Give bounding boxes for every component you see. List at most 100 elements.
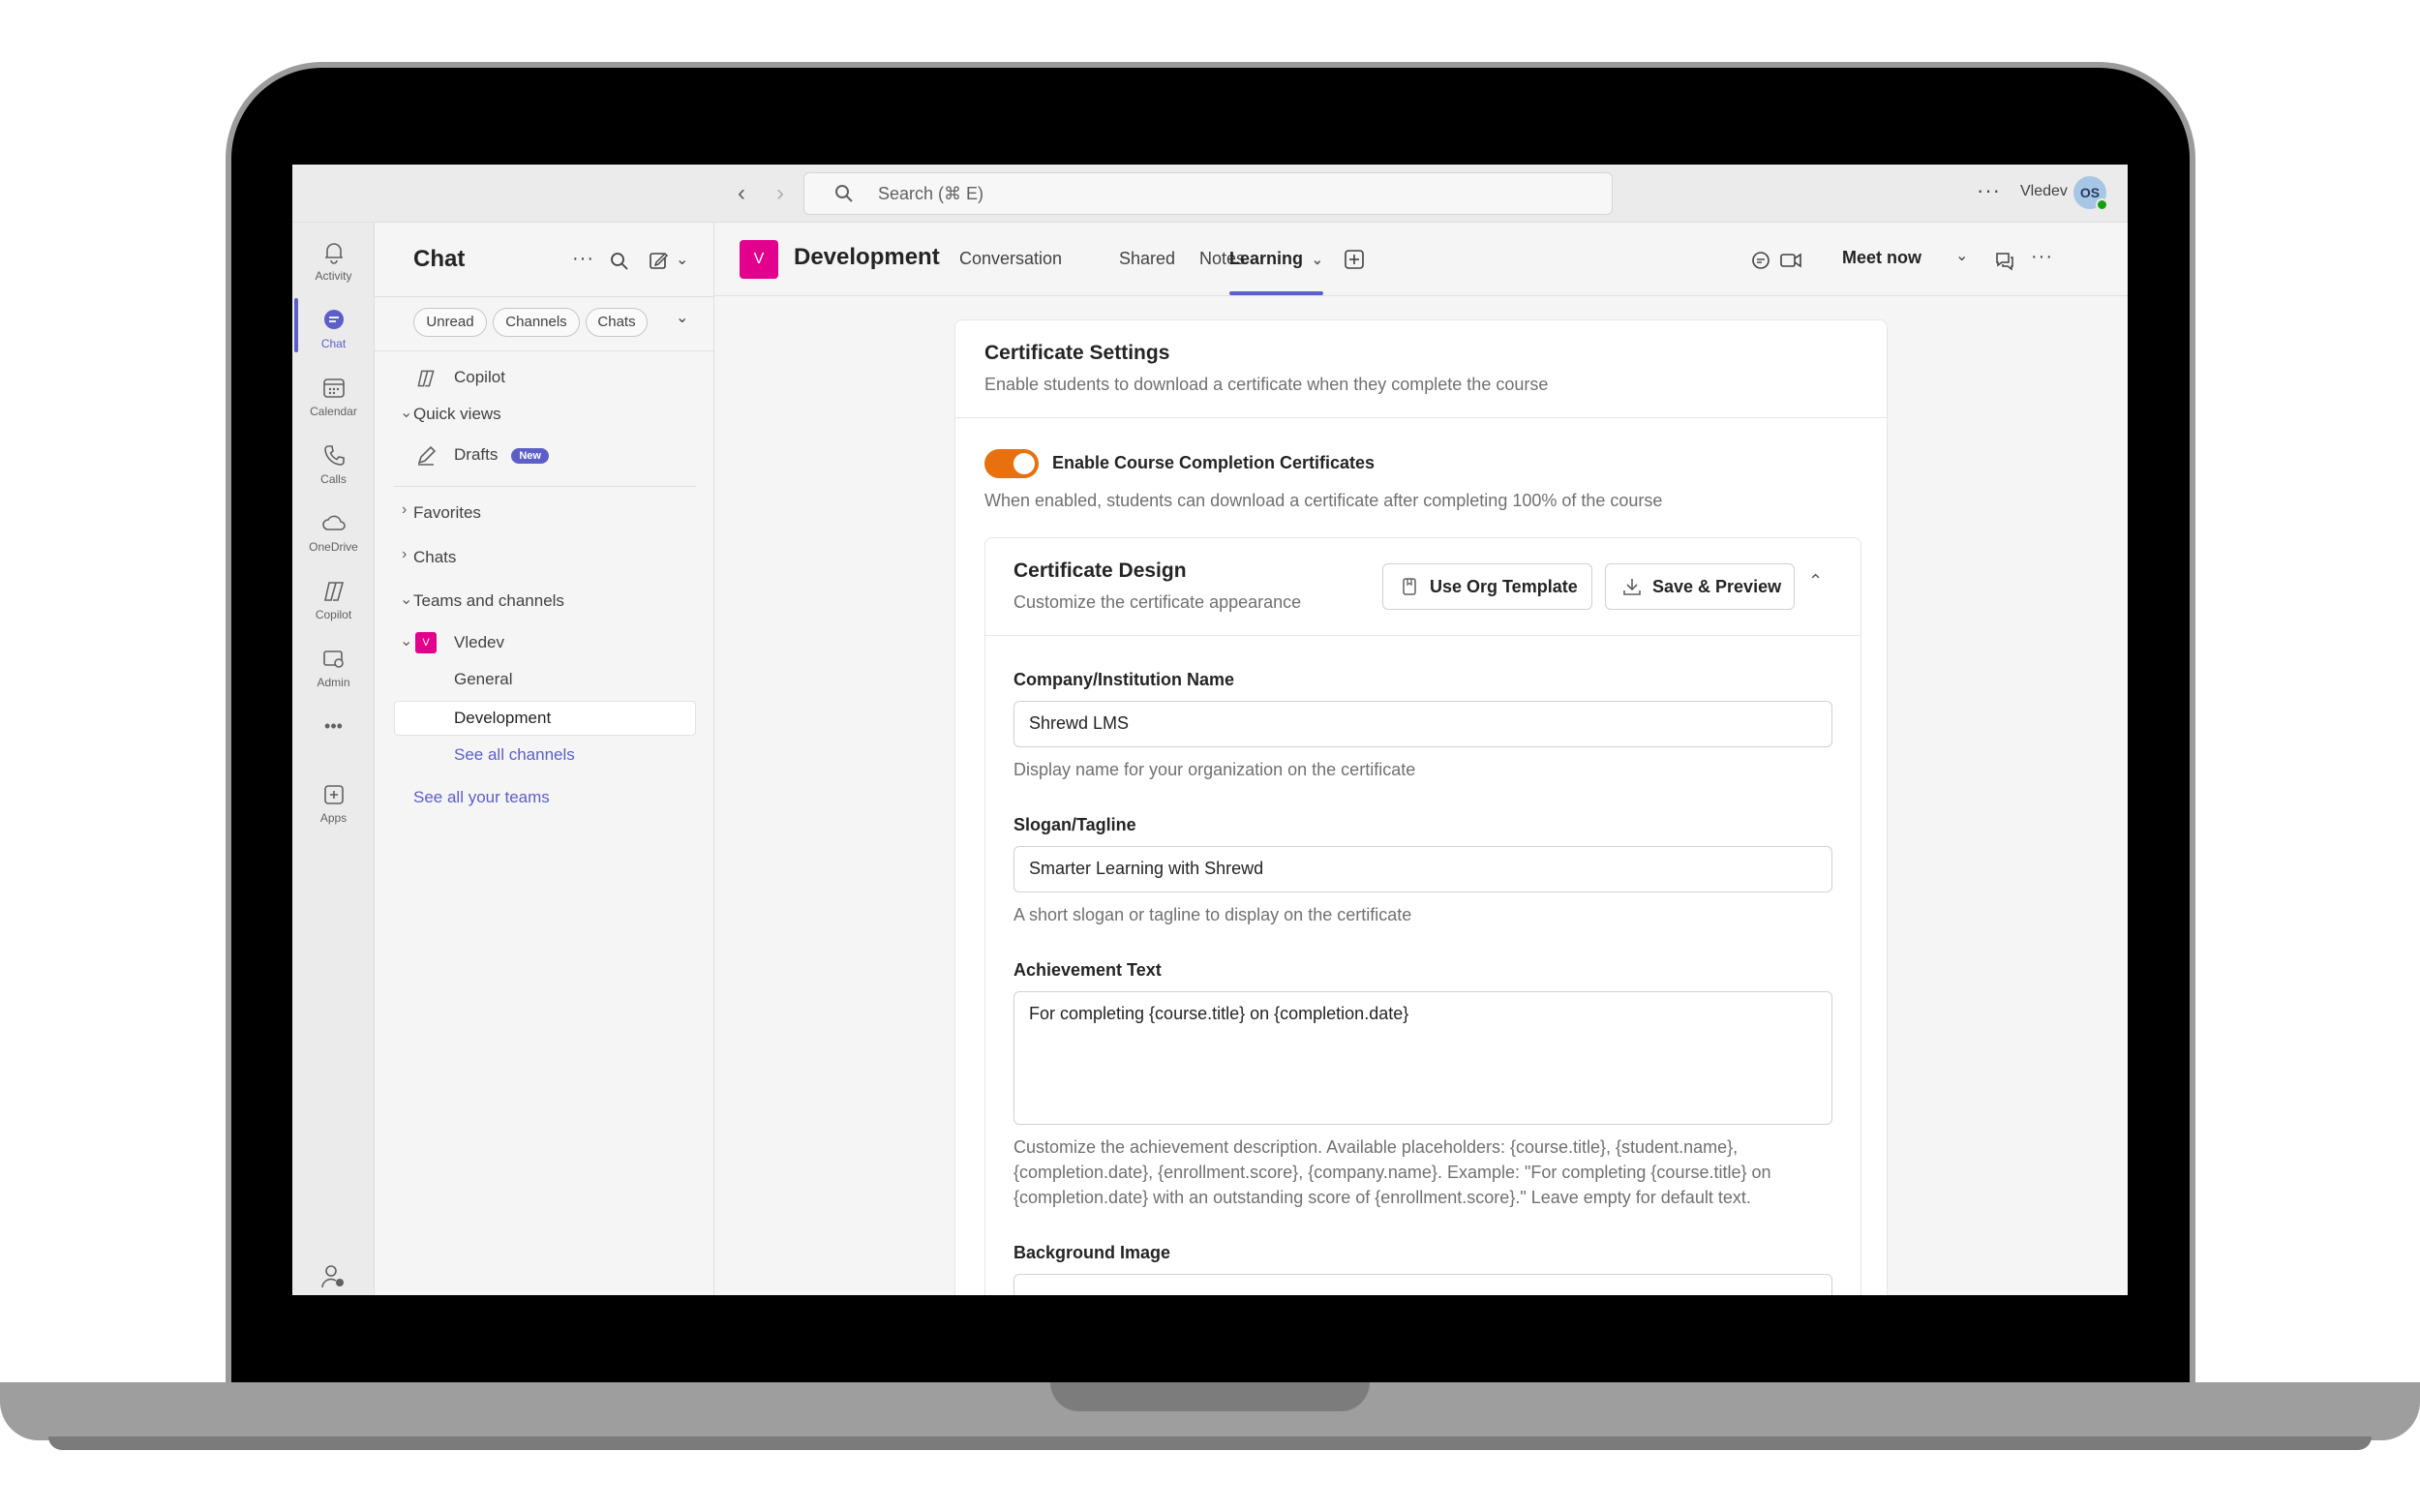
filter-expand-chevron-icon[interactable]: ⌄: [676, 308, 688, 327]
company-name-input[interactable]: Shrewd LMS: [1013, 701, 1832, 747]
drafts-label: Drafts New: [454, 445, 549, 465]
quick-views-label: Quick views: [413, 405, 501, 423]
screen: ‹ › Search (⌘ E) ··· Vledev OS Activity: [292, 165, 2128, 1295]
laptop-base-shadow: [48, 1436, 2372, 1450]
divider: [375, 296, 714, 297]
achievement-help: Customize the achievement description. A…: [1013, 1137, 1771, 1207]
drafts-item[interactable]: Drafts New: [375, 439, 714, 470]
rail-label: OneDrive: [309, 540, 358, 554]
slogan-input[interactable]: Smarter Learning with Shrewd: [1013, 846, 1832, 892]
use-org-template-button[interactable]: Use Org Template: [1382, 563, 1592, 610]
help-person-icon[interactable]: [319, 1262, 347, 1289]
divider: [375, 350, 714, 351]
search-icon[interactable]: [610, 252, 629, 271]
search-placeholder: Search (⌘ E): [878, 184, 984, 203]
channel-item-development[interactable]: Development: [394, 701, 696, 736]
more-options-icon[interactable]: ···: [572, 248, 594, 270]
rail-item-calls[interactable]: Calls: [292, 434, 375, 501]
avatar[interactable]: OS: [2073, 176, 2108, 211]
channel-title: Development: [794, 244, 940, 270]
chat-panel: Chat ··· ⌄ Unread Channels Chats ⌄ Copil…: [375, 223, 714, 1295]
chevron-up-icon[interactable]: ⌃: [1808, 571, 1823, 591]
rail-item-admin[interactable]: Admin: [292, 637, 375, 705]
divider: [985, 635, 1860, 636]
conversation-icon[interactable]: [1994, 250, 2015, 271]
chevron-down-icon: ⌄: [1312, 252, 1323, 267]
save-preview-button[interactable]: Save & Preview: [1605, 563, 1795, 610]
see-all-channels-label: See all channels: [454, 745, 575, 764]
rail-item-calendar[interactable]: Calendar: [292, 366, 375, 434]
copilot-item[interactable]: Copilot: [375, 362, 714, 393]
rail-item-apps[interactable]: Apps: [292, 772, 375, 840]
see-all-channels-link[interactable]: See all channels: [375, 740, 714, 771]
tab-conversation[interactable]: Conversation: [959, 249, 1062, 269]
team-name: Vledev: [454, 633, 504, 651]
active-indicator: [294, 298, 298, 352]
active-tab-indicator: [1229, 291, 1323, 295]
toggle-label: Enable Course Completion Certificates: [1052, 453, 1376, 472]
team-item-vledev[interactable]: ⌄ V Vledev: [375, 627, 714, 658]
divider: [955, 417, 1887, 418]
calendar-icon: [322, 378, 345, 398]
chats-header[interactable]: › Chats: [375, 542, 714, 573]
chevron-right-icon: ›: [402, 546, 408, 562]
tab-learning[interactable]: Learning ⌄: [1229, 249, 1323, 269]
org-name[interactable]: Vledev: [2020, 183, 2068, 200]
add-tab-icon[interactable]: [1344, 249, 1365, 270]
panel-title: Chat: [413, 246, 466, 272]
team-avatar: V: [415, 632, 437, 653]
filter-channels[interactable]: Channels: [493, 308, 580, 337]
channel-label: General: [454, 670, 513, 688]
apps-icon: [323, 785, 344, 804]
rail-more-icon[interactable]: •••: [292, 716, 375, 745]
forward-arrow-icon[interactable]: ›: [769, 180, 792, 207]
rail-item-copilot[interactable]: Copilot: [292, 569, 375, 637]
rail-label: Apps: [319, 811, 348, 825]
chevron-down-icon: ⌄: [400, 591, 413, 608]
background-image-label: Background Image: [1013, 1243, 1171, 1262]
rail-item-activity[interactable]: Activity: [292, 230, 375, 298]
teams-header[interactable]: ⌄ Teams and channels: [375, 586, 714, 617]
button-label: Save & Preview: [1652, 577, 1782, 596]
favorites-label: Favorites: [413, 503, 481, 522]
tab-shared[interactable]: Shared: [1119, 249, 1175, 269]
new-badge: New: [511, 447, 549, 464]
channel-item-general[interactable]: General: [375, 664, 714, 695]
achievement-textarea[interactable]: For completing {course.title} on {comple…: [1013, 991, 1832, 1125]
filter-unread[interactable]: Unread: [413, 308, 487, 337]
certificate-toggle[interactable]: [984, 449, 1039, 478]
filter-chats[interactable]: Chats: [586, 308, 648, 337]
certificate-settings-card: Certificate Settings Enable students to …: [954, 319, 1888, 1295]
favorites-header[interactable]: › Favorites: [375, 498, 714, 529]
new-chat-icon[interactable]: [649, 250, 670, 271]
toggle-knob: [1013, 453, 1035, 474]
channel-header: V Development Conversation Shared Notes …: [714, 223, 2128, 296]
bell-icon: [324, 243, 343, 264]
meet-now-button[interactable]: Meet now: [1842, 248, 1921, 268]
rail-item-chat[interactable]: Chat: [292, 298, 375, 366]
search-input[interactable]: Search (⌘ E): [803, 172, 1613, 215]
chat-bubble-icon[interactable]: [1750, 250, 1771, 271]
slogan-label: Slogan/Tagline: [1013, 815, 1136, 834]
more-options-icon[interactable]: ···: [1977, 178, 2001, 203]
teams-label: Teams and channels: [413, 591, 564, 610]
download-icon: [1623, 579, 1641, 595]
pen-icon: [417, 445, 437, 466]
video-camera-icon[interactable]: [1779, 250, 1802, 271]
quick-views-header[interactable]: ⌄ Quick views: [375, 399, 714, 430]
template-icon: [1403, 578, 1416, 595]
chevron-down-icon[interactable]: ⌄: [1955, 246, 1968, 265]
rail-label: Activity: [315, 269, 352, 283]
section-title: Certificate Settings: [984, 342, 1170, 364]
main-content: Certificate Settings Enable students to …: [714, 296, 2128, 1295]
more-options-icon[interactable]: ···: [2031, 246, 2053, 268]
chevron-down-icon[interactable]: ⌄: [676, 250, 688, 269]
rail-item-onedrive[interactable]: OneDrive: [292, 501, 375, 569]
copilot-icon: [323, 582, 344, 601]
background-image-input[interactable]: [1013, 1274, 1832, 1295]
back-arrow-icon[interactable]: ‹: [730, 180, 753, 207]
see-all-teams-link[interactable]: See all your teams: [375, 782, 714, 813]
rail-label: Copilot: [315, 608, 352, 621]
design-subtitle: Customize the certificate appearance: [1013, 592, 1302, 612]
design-title: Certificate Design: [1013, 559, 1187, 582]
